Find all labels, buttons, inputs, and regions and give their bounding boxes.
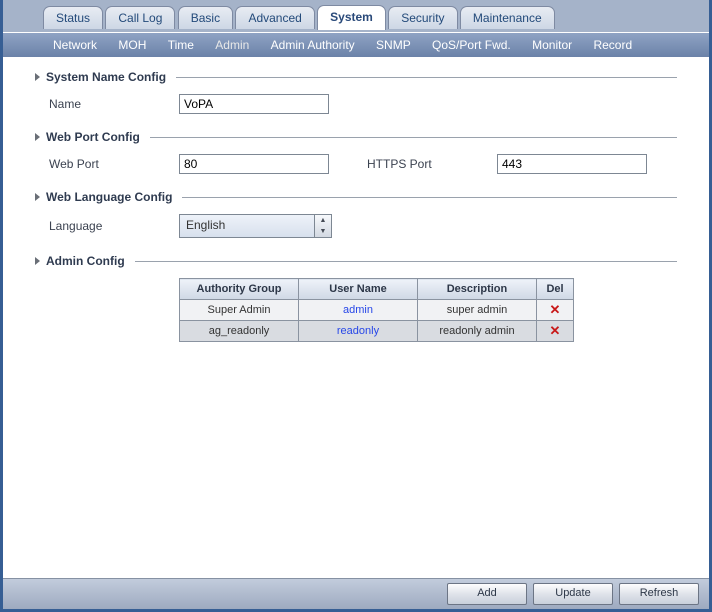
chevron-up-icon[interactable]: ▲ — [315, 215, 331, 226]
cell-authority: Super Admin — [180, 300, 299, 321]
subnav-monitor[interactable]: Monitor — [532, 33, 572, 57]
table-row: Super Admin admin super admin ✕ — [180, 300, 574, 321]
language-value: English — [180, 215, 314, 237]
app-window: Status Call Log Basic Advanced System Se… — [0, 0, 712, 612]
section-web-port: Web Port Config Web Port HTTPS Port — [35, 130, 677, 174]
main-tabs: Status Call Log Basic Advanced System Se… — [3, 0, 709, 32]
subnav-snmp[interactable]: SNMP — [376, 33, 411, 57]
admin-table: Authority Group User Name Description De… — [179, 278, 574, 342]
divider — [135, 261, 677, 262]
add-button[interactable]: Add — [447, 583, 527, 605]
subnav-admin[interactable]: Admin — [215, 33, 249, 57]
subnav-record[interactable]: Record — [593, 33, 632, 57]
subnav-time[interactable]: Time — [168, 33, 194, 57]
update-button[interactable]: Update — [533, 583, 613, 605]
spinner-buttons[interactable]: ▲ ▼ — [314, 215, 331, 237]
cell-user-link[interactable]: readonly — [299, 321, 418, 342]
language-label: Language — [49, 219, 179, 233]
cell-description: readonly admin — [418, 321, 537, 342]
section-admin-config: Admin Config Authority Group User Name D… — [35, 254, 677, 342]
tab-security[interactable]: Security — [388, 6, 457, 29]
col-authority-group: Authority Group — [180, 279, 299, 300]
tab-maintenance[interactable]: Maintenance — [460, 6, 555, 29]
subnav-qos-port-fwd[interactable]: QoS/Port Fwd. — [432, 33, 511, 57]
content-area: System Name Config Name Web Port Config … — [3, 56, 709, 576]
divider — [150, 137, 677, 138]
name-input[interactable] — [179, 94, 329, 114]
delete-icon[interactable]: ✕ — [550, 323, 561, 338]
cell-authority: ag_readonly — [180, 321, 299, 342]
subnav-moh[interactable]: MOH — [118, 33, 146, 57]
section-title: Admin Config — [46, 254, 125, 268]
section-system-name: System Name Config Name — [35, 70, 677, 114]
divider — [176, 77, 677, 78]
cell-user-link[interactable]: admin — [299, 300, 418, 321]
section-web-language: Web Language Config Language English ▲ ▼ — [35, 190, 677, 238]
tab-status[interactable]: Status — [43, 6, 103, 29]
refresh-button[interactable]: Refresh — [619, 583, 699, 605]
col-del: Del — [537, 279, 574, 300]
name-label: Name — [49, 97, 179, 111]
divider — [182, 197, 677, 198]
collapse-icon[interactable] — [35, 257, 40, 265]
delete-icon[interactable]: ✕ — [550, 302, 561, 317]
section-title: Web Language Config — [46, 190, 172, 204]
https-port-input[interactable] — [497, 154, 647, 174]
language-select[interactable]: English ▲ ▼ — [179, 214, 332, 238]
table-row: ag_readonly readonly readonly admin ✕ — [180, 321, 574, 342]
https-port-label: HTTPS Port — [367, 157, 497, 171]
sub-nav: Network MOH Time Admin Admin Authority S… — [3, 32, 709, 57]
section-title: Web Port Config — [46, 130, 140, 144]
col-description: Description — [418, 279, 537, 300]
section-title: System Name Config — [46, 70, 166, 84]
web-port-input[interactable] — [179, 154, 329, 174]
collapse-icon[interactable] — [35, 193, 40, 201]
tab-system[interactable]: System — [317, 5, 386, 30]
web-port-label: Web Port — [49, 157, 179, 171]
cell-description: super admin — [418, 300, 537, 321]
chevron-down-icon[interactable]: ▼ — [315, 226, 331, 237]
tab-advanced[interactable]: Advanced — [235, 6, 314, 29]
collapse-icon[interactable] — [35, 73, 40, 81]
collapse-icon[interactable] — [35, 133, 40, 141]
tab-basic[interactable]: Basic — [178, 6, 233, 29]
subnav-admin-authority[interactable]: Admin Authority — [271, 33, 355, 57]
tab-call-log[interactable]: Call Log — [105, 6, 175, 29]
footer-bar: Add Update Refresh — [3, 578, 709, 609]
col-user-name: User Name — [299, 279, 418, 300]
table-header-row: Authority Group User Name Description De… — [180, 279, 574, 300]
subnav-network[interactable]: Network — [53, 33, 97, 57]
